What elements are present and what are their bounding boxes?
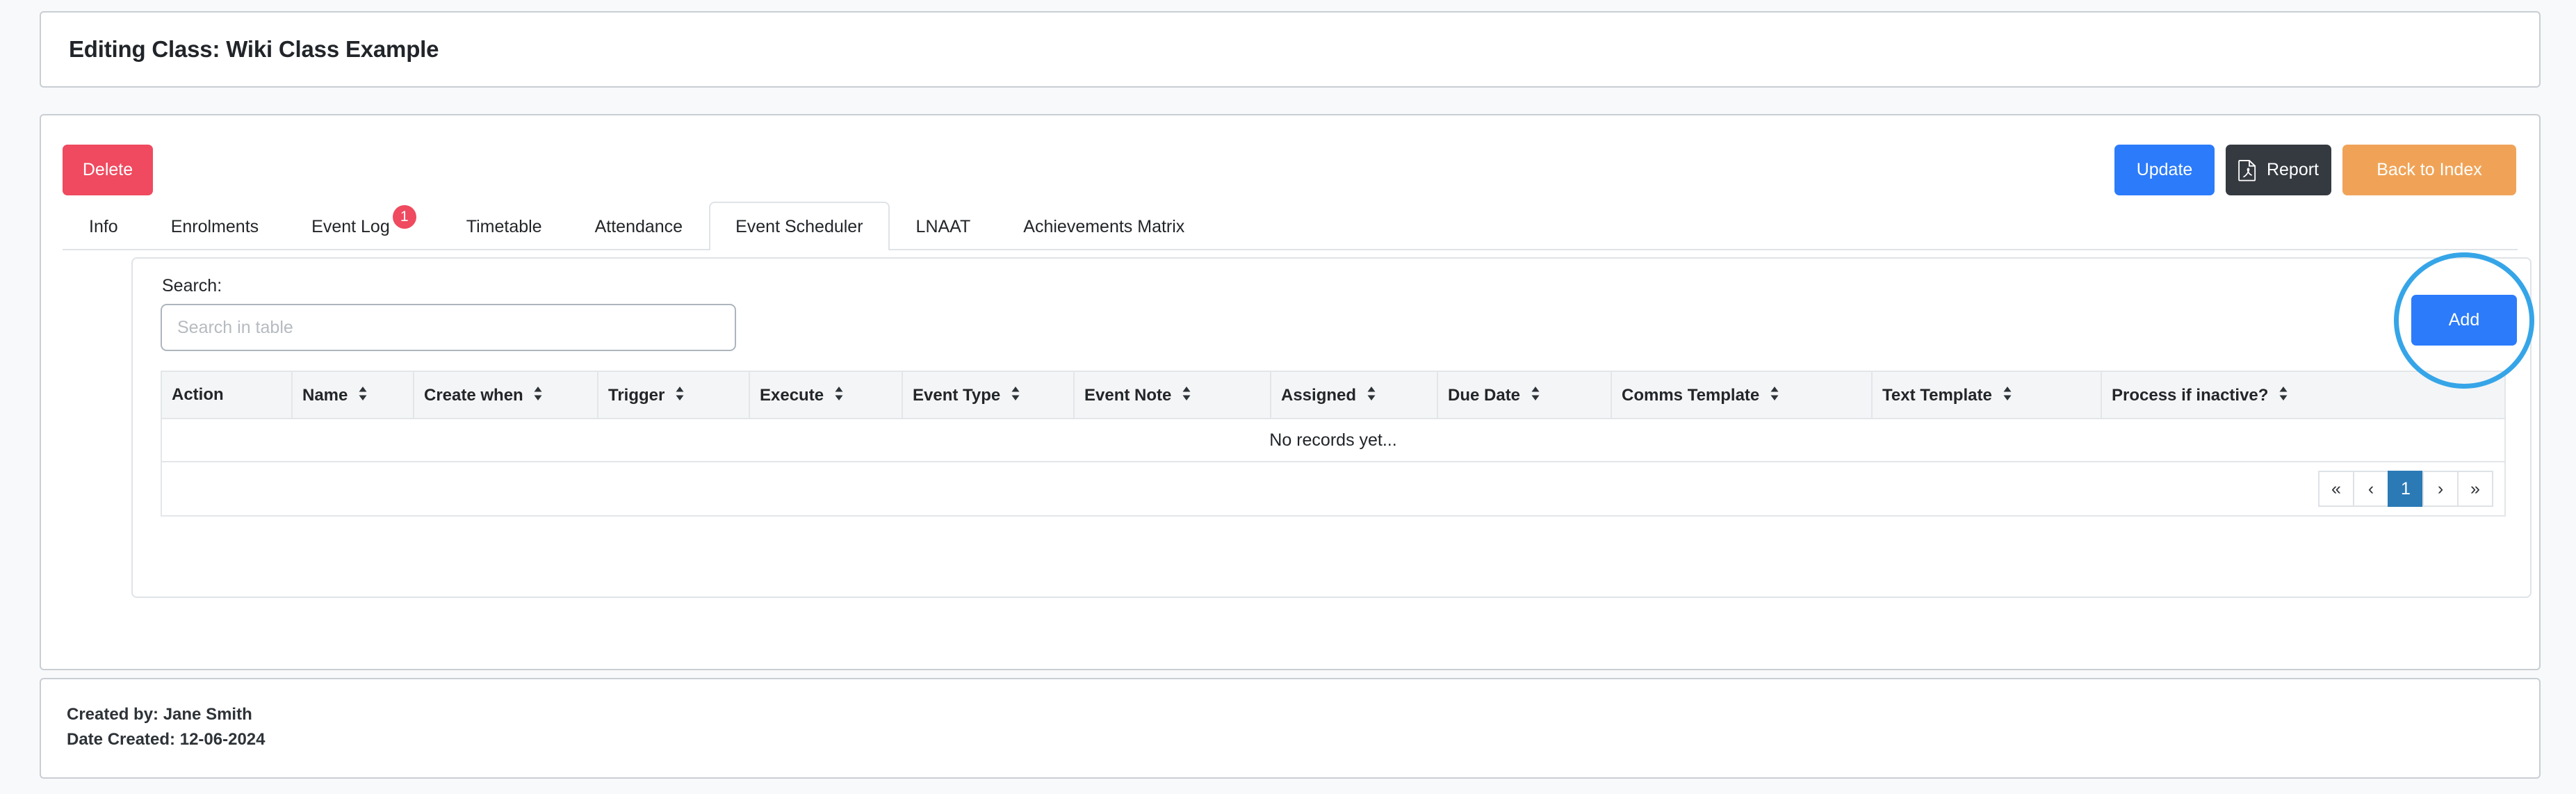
- column-header-name[interactable]: Name: [291, 371, 414, 419]
- column-label: Assigned: [1281, 385, 1357, 405]
- tab-attendance[interactable]: Attendance: [569, 202, 710, 250]
- tab-enrolments[interactable]: Enrolments: [145, 202, 285, 250]
- column-header-action: Action: [161, 371, 293, 419]
- tab-label: LNAAT: [915, 216, 971, 236]
- event-scheduler-table: Action Name Create when Trigger Execute …: [161, 371, 2506, 517]
- column-label: Execute: [760, 385, 824, 405]
- tab-lnaat[interactable]: LNAAT: [890, 202, 997, 250]
- pagination-page-1-button[interactable]: 1: [2388, 471, 2424, 507]
- main-content-card: Delete Update Report Back to Index Info: [40, 114, 2541, 670]
- table-pagination-row: « ‹ 1 › »: [161, 462, 2506, 517]
- column-label: Trigger: [608, 385, 665, 405]
- sort-arrows-icon: [1770, 386, 1779, 401]
- sort-arrows-icon: [1531, 386, 1540, 401]
- tab-label: Info: [89, 216, 118, 236]
- page-header-card: Editing Class: Wiki Class Example: [40, 11, 2541, 88]
- column-label: Comms Template: [1622, 385, 1760, 405]
- column-header-execute[interactable]: Execute: [749, 371, 903, 419]
- tab-label: Enrolments: [170, 216, 259, 236]
- column-header-event-note[interactable]: Event Note: [1073, 371, 1271, 419]
- tab-label: Event Log: [311, 216, 390, 236]
- pagination-prev-button[interactable]: ‹: [2353, 471, 2389, 507]
- column-label: Action: [172, 385, 224, 404]
- date-created-text: Date Created: 12-06-2024: [67, 730, 266, 749]
- add-button-group: Add: [2394, 252, 2534, 389]
- page-title: Editing Class: Wiki Class Example: [69, 36, 439, 62]
- empty-message: No records yet...: [161, 419, 2506, 462]
- column-header-event-type[interactable]: Event Type: [902, 371, 1075, 419]
- column-label: Event Note: [1084, 385, 1172, 405]
- tab-label: Achievements Matrix: [1023, 216, 1185, 236]
- tab-label: Event Scheduler: [735, 216, 863, 236]
- app-page: Editing Class: Wiki Class Example Delete…: [0, 0, 2576, 794]
- sort-arrows-icon: [2003, 386, 2012, 401]
- tab-timetable[interactable]: Timetable: [440, 202, 569, 250]
- delete-button[interactable]: Delete: [63, 145, 153, 195]
- created-by-text: Created by: Jane Smith: [67, 705, 252, 724]
- tab-info[interactable]: Info: [63, 202, 145, 250]
- column-header-process-if-inactive[interactable]: Process if inactive?: [2101, 371, 2506, 419]
- column-header-text-template[interactable]: Text Template: [1871, 371, 2102, 419]
- column-label: Event Type: [913, 385, 1001, 405]
- pagination: « ‹ 1 › »: [173, 471, 2493, 507]
- search-label: Search:: [162, 276, 222, 295]
- pagination-last-button[interactable]: »: [2457, 471, 2493, 507]
- column-header-create-when[interactable]: Create when: [413, 371, 598, 419]
- sort-arrows-icon: [533, 386, 543, 401]
- sort-arrows-icon: [2279, 386, 2288, 401]
- table-empty-row: No records yet...: [161, 419, 2506, 462]
- sort-arrows-icon: [1011, 386, 1020, 401]
- update-button[interactable]: Update: [2114, 145, 2215, 195]
- column-label: Due Date: [1448, 385, 1521, 405]
- add-button[interactable]: Add: [2411, 295, 2517, 346]
- search-input[interactable]: [161, 304, 736, 351]
- tab-bar: Info Enrolments Event Log 1 Timetable At…: [63, 202, 2518, 250]
- column-header-due-date[interactable]: Due Date: [1437, 371, 1612, 419]
- tab-achievements-matrix[interactable]: Achievements Matrix: [997, 202, 1211, 250]
- tab-event-scheduler[interactable]: Event Scheduler: [709, 202, 890, 250]
- pagination-first-button[interactable]: «: [2318, 471, 2354, 507]
- table-header-row: Action Name Create when Trigger Execute …: [161, 371, 2506, 419]
- column-label: Process if inactive?: [2112, 385, 2269, 405]
- column-header-comms-template[interactable]: Comms Template: [1611, 371, 1873, 419]
- column-label: Create when: [424, 385, 523, 405]
- sort-arrows-icon: [1182, 386, 1191, 401]
- report-button-label: Report: [2266, 160, 2320, 179]
- action-toolbar: Delete Update Report Back to Index: [41, 115, 2539, 206]
- back-to-index-button[interactable]: Back to Index: [2342, 145, 2516, 195]
- footer-metadata: Created by: Jane Smith Date Created: 12-…: [67, 702, 265, 752]
- tab-label: Timetable: [466, 216, 542, 236]
- column-label: Name: [302, 385, 348, 405]
- pagination-next-button[interactable]: ›: [2422, 471, 2459, 507]
- column-header-trigger[interactable]: Trigger: [597, 371, 750, 419]
- column-header-assigned[interactable]: Assigned: [1270, 371, 1438, 419]
- pdf-file-icon: [2238, 159, 2257, 181]
- sort-arrows-icon: [834, 386, 844, 401]
- tab-label: Attendance: [594, 216, 683, 236]
- event-scheduler-panel: Search: Add Action: [131, 252, 2534, 598]
- footer-card: Created by: Jane Smith Date Created: 12-…: [40, 678, 2541, 779]
- sort-arrows-icon: [358, 386, 368, 401]
- tab-event-log[interactable]: Event Log 1: [285, 202, 440, 250]
- report-button[interactable]: Report: [2226, 145, 2331, 195]
- sort-arrows-icon: [1367, 386, 1376, 401]
- column-label: Text Template: [1882, 385, 1992, 405]
- event-log-badge: 1: [392, 205, 416, 229]
- sort-arrows-icon: [675, 386, 685, 401]
